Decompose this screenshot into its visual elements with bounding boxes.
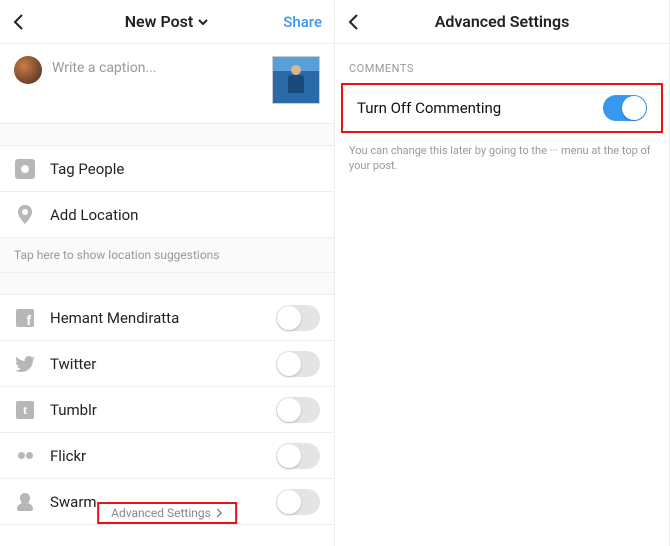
header: New Post Share <box>0 0 334 44</box>
share-row-facebook[interactable]: Hemant Mendiratta <box>0 295 334 341</box>
post-thumbnail[interactable] <box>272 56 320 104</box>
tag-people-row[interactable]: Tag People <box>0 146 334 192</box>
chevron-down-icon <box>197 16 209 28</box>
person-icon <box>15 159 35 179</box>
swarm-icon <box>14 493 36 511</box>
location-hint[interactable]: Tap here to show location suggestions <box>0 238 334 273</box>
twitter-icon <box>14 356 36 372</box>
twitter-toggle[interactable] <box>276 351 320 377</box>
new-post-screen: New Post Share Write a caption... Tag Pe… <box>0 0 335 546</box>
flickr-toggle[interactable] <box>276 443 320 469</box>
advanced-settings-link[interactable]: Advanced Settings <box>97 502 237 524</box>
flickr-icon <box>18 452 33 459</box>
tumblr-toggle[interactable] <box>276 397 320 423</box>
back-icon[interactable] <box>12 12 26 32</box>
page-title[interactable]: New Post <box>72 12 262 31</box>
avatar <box>14 56 42 84</box>
turn-off-commenting-row[interactable]: Turn Off Commenting <box>341 83 663 133</box>
swarm-toggle[interactable] <box>276 489 320 515</box>
chevron-right-icon <box>215 508 223 518</box>
add-location-row[interactable]: Add Location <box>0 192 334 238</box>
turn-off-commenting-toggle[interactable] <box>603 95 647 121</box>
tumblr-icon: t <box>16 401 34 419</box>
share-row-twitter[interactable]: Twitter <box>0 341 334 387</box>
facebook-icon <box>16 309 34 327</box>
advanced-settings-screen: Advanced Settings COMMENTS Turn Off Comm… <box>335 0 670 546</box>
page-title: Advanced Settings <box>407 12 597 31</box>
share-row-flickr[interactable]: Flickr <box>0 433 334 479</box>
header: Advanced Settings <box>335 0 669 44</box>
facebook-toggle[interactable] <box>276 305 320 331</box>
back-icon[interactable] <box>347 12 361 32</box>
commenting-hint: You can change this later by going to th… <box>335 133 669 184</box>
share-row-tumblr[interactable]: t Tumblr <box>0 387 334 433</box>
share-button[interactable]: Share <box>283 13 322 31</box>
caption-input[interactable]: Write a caption... <box>52 56 262 76</box>
comments-section-label: COMMENTS <box>335 44 669 83</box>
location-icon <box>14 205 36 225</box>
